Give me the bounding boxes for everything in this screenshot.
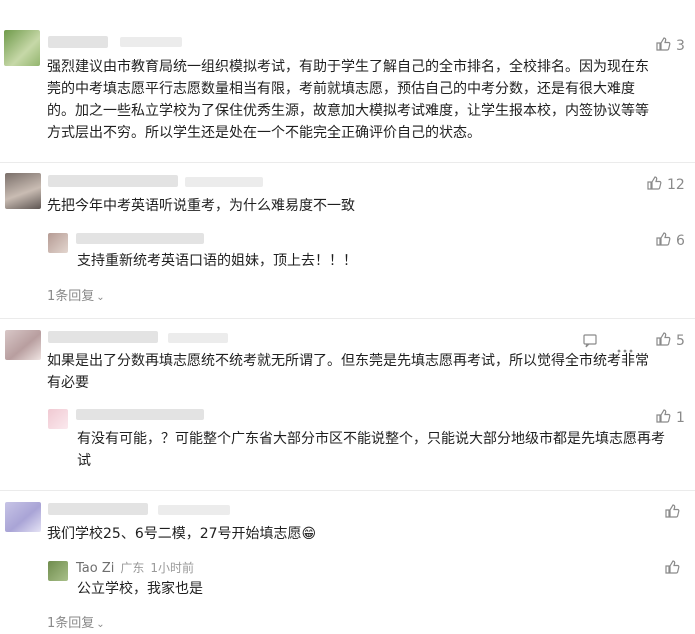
chevron-down-icon: ⌄: [96, 292, 105, 303]
avatar[interactable]: [5, 502, 41, 532]
reply-text: 支持重新统考英语口语的姐妹，顶上去！！！: [77, 253, 357, 269]
like-button[interactable]: 5: [655, 331, 685, 351]
username-blurred[interactable]: [48, 36, 108, 48]
avatar[interactable]: [5, 173, 41, 209]
meta-blurred: [158, 505, 230, 515]
comment-text: 我们学校25、6号二模，27号开始填志愿😁: [47, 523, 647, 545]
thumbs-up-icon: [655, 231, 671, 251]
comment-body: 我们学校25、6号二模，27号开始填志愿: [47, 526, 302, 542]
like-button[interactable]: [664, 503, 680, 523]
comment-icon[interactable]: [582, 332, 598, 352]
reply-count-label: 1条回复: [47, 616, 95, 631]
reply-meta: Tao Zi 广东 1小时前: [76, 559, 194, 576]
reply-location: 广东: [120, 561, 145, 575]
reply-author[interactable]: Tao Zi: [76, 561, 114, 576]
avatar[interactable]: [5, 330, 41, 360]
username-blurred[interactable]: [48, 331, 158, 343]
reply-username-blurred[interactable]: [76, 409, 204, 420]
thumbs-up-icon: [655, 331, 671, 351]
meta-blurred: [185, 177, 263, 187]
comment-text: 强烈建议由市教育局统一组织模拟考试，有助于学生了解自己的全市排名，全校排名。因为…: [47, 59, 649, 141]
reply-avatar[interactable]: [48, 233, 68, 253]
meta-blurred: [168, 333, 228, 343]
divider: [0, 490, 695, 491]
view-replies-link[interactable]: 1条回复 ⌄: [47, 285, 105, 304]
reply-like-button[interactable]: [664, 559, 680, 579]
thumbs-up-icon: [655, 408, 671, 428]
reply-avatar[interactable]: [48, 561, 68, 581]
comment-text: 如果是出了分数再填志愿统不统考就无所谓了。但东莞是先填志愿再考试，所以觉得全市统…: [47, 353, 649, 391]
reply-text: 公立学校，我家也是: [77, 581, 203, 597]
divider: [0, 162, 695, 163]
meta-blurred: [120, 37, 182, 47]
reply-like-button[interactable]: 1: [655, 408, 685, 428]
reply-text: 有没有可能，？可能整个广东省大部分市区不能说整个，只能说大部分地级市都是先填志愿…: [77, 431, 665, 469]
like-button[interactable]: 3: [655, 36, 685, 56]
reply-username-blurred[interactable]: [76, 233, 204, 244]
reply-like-count: 6: [676, 233, 685, 249]
thumbs-up-icon: [655, 36, 671, 56]
like-button[interactable]: 12: [646, 175, 685, 195]
like-count: 3: [676, 38, 685, 54]
username-blurred[interactable]: [48, 503, 148, 515]
grinning-emoji-icon: 😁: [301, 526, 317, 542]
reply-count-label: 1条回复: [47, 289, 95, 304]
avatar[interactable]: [4, 30, 40, 66]
thumbs-up-icon: [664, 559, 680, 579]
thumbs-up-icon: [664, 503, 680, 523]
reply-time: 1小时前: [150, 561, 195, 575]
username-blurred[interactable]: [48, 175, 178, 187]
like-count: 5: [676, 333, 685, 349]
view-replies-link[interactable]: 1条回复 ⌄: [47, 612, 105, 631]
comment-text: 先把今年中考英语听说重考，为什么难易度不一致: [47, 198, 355, 214]
reply-like-count: 1: [676, 410, 685, 426]
chevron-down-icon: ⌄: [96, 619, 105, 630]
like-count: 12: [667, 177, 685, 193]
reply-like-button[interactable]: 6: [655, 231, 685, 251]
divider: [0, 318, 695, 319]
reply-avatar[interactable]: [48, 409, 68, 429]
thumbs-up-icon: [646, 175, 662, 195]
